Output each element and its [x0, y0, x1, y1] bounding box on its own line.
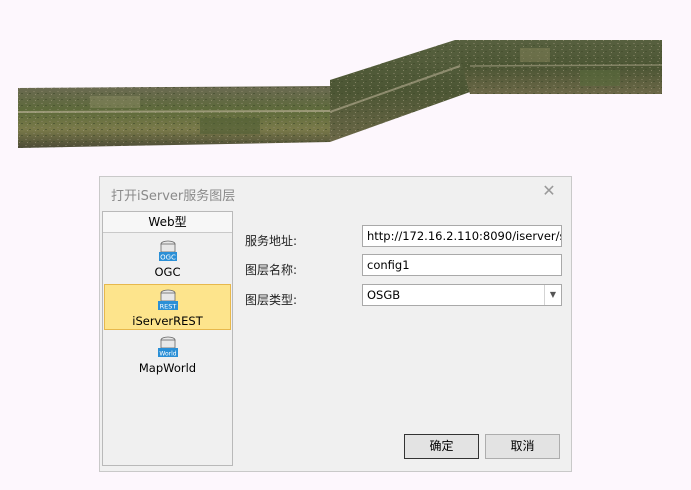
- layer-type-label: 图层类型:: [245, 293, 298, 307]
- layer-type-select[interactable]: OSGB ▼: [362, 284, 562, 306]
- source-item-label: iServerREST: [132, 314, 203, 328]
- chevron-down-icon[interactable]: ▼: [544, 285, 561, 305]
- rest-database-icon: REST: [157, 289, 178, 311]
- svg-text:World: World: [159, 351, 176, 358]
- service-type-panel: Web型 OGC OGC REST iServerREST World MapW…: [102, 211, 233, 466]
- aerial-imagery-strip: [17, 40, 663, 148]
- layer-name-label: 图层名称:: [245, 263, 298, 277]
- source-item-ogc[interactable]: OGC OGC: [104, 236, 231, 282]
- mapworld-database-icon: World: [157, 336, 178, 358]
- source-item-label: MapWorld: [138, 361, 197, 375]
- service-url-label: 服务地址:: [245, 234, 298, 248]
- layer-type-value: OSGB: [367, 288, 401, 302]
- dialog-title: 打开iServer服务图层: [111, 189, 236, 204]
- cancel-button[interactable]: 取消: [485, 434, 560, 459]
- source-item-mapworld[interactable]: World MapWorld: [104, 332, 231, 378]
- svg-text:OGC: OGC: [160, 254, 176, 262]
- service-url-input[interactable]: http://172.16.2.110:8090/iserver/servic: [362, 225, 562, 247]
- ok-button[interactable]: 确定: [404, 434, 479, 459]
- open-iserver-layer-dialog: 打开iServer服务图层 ✕ Web型 OGC OGC REST iServe…: [99, 176, 572, 472]
- source-item-label: OGC: [154, 265, 181, 279]
- close-icon[interactable]: ✕: [541, 183, 557, 199]
- svg-text:REST: REST: [159, 303, 176, 311]
- ogc-database-icon: OGC: [158, 240, 177, 262]
- layer-name-input[interactable]: config1: [362, 254, 562, 276]
- panel-header-web: Web型: [103, 212, 232, 233]
- source-item-iserverrest[interactable]: REST iServerREST: [104, 284, 231, 330]
